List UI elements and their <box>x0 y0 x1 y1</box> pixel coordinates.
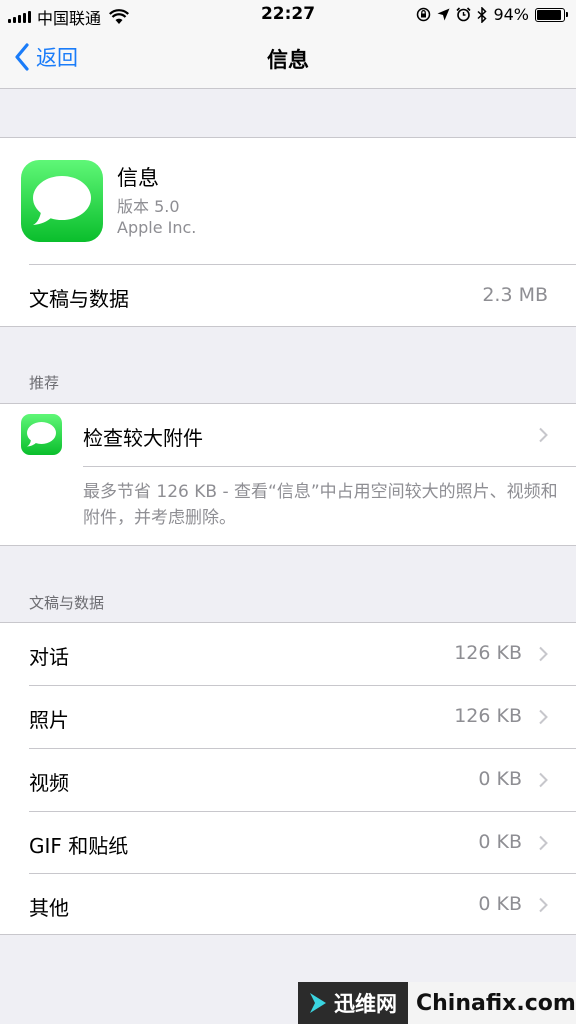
battery-icon <box>535 7 568 22</box>
page-title: 信息 <box>267 48 309 72</box>
bluetooth-icon <box>477 6 488 23</box>
location-icon <box>437 8 450 21</box>
app-version: 版本 5.0 <box>117 197 180 216</box>
chevron-right-icon <box>539 772 548 788</box>
row-value: 0 KB <box>478 831 522 853</box>
row-label: GIF 和贴纸 <box>29 834 129 858</box>
docs-data-row: 文稿与数据 2.3 MB <box>0 265 576 327</box>
divider <box>83 466 576 467</box>
review-attachments-label: 检查较大附件 <box>83 426 203 450</box>
chevron-right-icon <box>539 709 548 725</box>
data-row-other[interactable]: 其他 0 KB <box>0 874 576 936</box>
section-header-documents: 文稿与数据 <box>29 594 105 612</box>
nav-bar: 返回 信息 <box>0 30 576 89</box>
watermark-left: 迅维网 <box>298 982 408 1024</box>
app-info-group: 信息 版本 5.0 Apple Inc. 文稿与数据 2.3 MB <box>0 137 576 327</box>
chevron-right-icon <box>539 646 548 662</box>
data-row-photos[interactable]: 照片 126 KB <box>0 686 576 748</box>
row-label: 其他 <box>29 896 69 920</box>
docs-data-label: 文稿与数据 <box>29 287 129 311</box>
watermark: 迅维网 Chinafix.com <box>298 982 576 1024</box>
status-right: 94% <box>416 5 568 24</box>
alarm-icon <box>456 7 472 22</box>
chevron-right-icon <box>539 835 548 851</box>
rotation-lock-icon <box>417 7 431 22</box>
recommendation-description: 最多节省 126 KB - 查看“信息”中占用空间较大的照片、视频和附件，并考虑… <box>83 482 558 528</box>
messages-app-icon <box>21 414 62 455</box>
row-value: 126 KB <box>454 705 522 727</box>
watermark-right-text: Chinafix.com <box>408 982 576 1024</box>
row-label: 照片 <box>29 708 69 732</box>
watermark-left-text: 迅维网 <box>334 992 397 1016</box>
row-label: 视频 <box>29 771 69 795</box>
row-value: 0 KB <box>478 768 522 790</box>
review-attachments-row[interactable]: 检查较大附件 <box>0 404 576 466</box>
row-value: 126 KB <box>454 642 522 664</box>
status-bar: 中国联通 22:27 94% <box>0 0 576 30</box>
app-vendor: Apple Inc. <box>117 218 197 237</box>
docs-data-value: 2.3 MB <box>482 284 548 306</box>
section-header-recommendations: 推荐 <box>29 374 60 392</box>
app-name: 信息 <box>117 166 159 190</box>
data-row-conversations[interactable]: 对话 126 KB <box>0 623 576 685</box>
row-label: 对话 <box>29 645 69 669</box>
battery-fill <box>537 9 562 20</box>
row-value: 0 KB <box>478 893 522 915</box>
recommendations-group: 检查较大附件 最多节省 126 KB - 查看“信息”中占用空间较大的照片、视频… <box>0 403 576 546</box>
data-row-gifs-stickers[interactable]: GIF 和贴纸 0 KB <box>0 812 576 874</box>
chevron-right-icon <box>539 427 548 443</box>
documents-group: 对话 126 KB 照片 126 KB 视频 0 KB GIF 和贴纸 0 KB… <box>0 622 576 935</box>
arrow-logo-icon <box>310 993 326 1013</box>
messages-app-icon <box>21 160 103 242</box>
data-row-videos[interactable]: 视频 0 KB <box>0 749 576 811</box>
chevron-right-icon <box>539 897 548 913</box>
battery-percent: 94% <box>493 5 529 24</box>
